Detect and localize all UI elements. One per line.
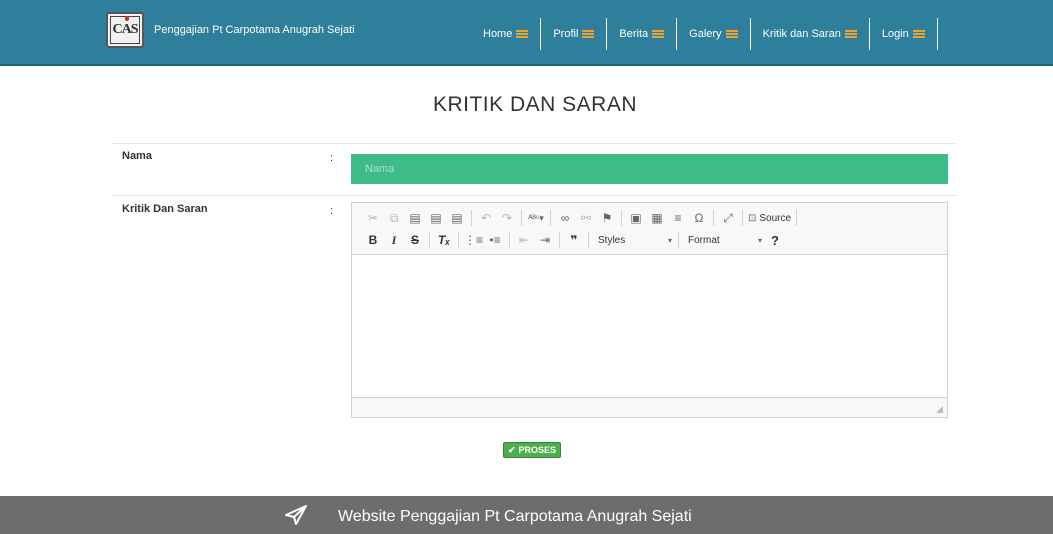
paste-word-icon[interactable]: ▤ [448, 208, 466, 228]
chevron-down-icon: ▾ [668, 235, 673, 245]
nav-label: Login [881, 28, 909, 40]
horizontal-line-icon[interactable]: ≡ [669, 208, 687, 228]
brand[interactable]: CAS Penggajian Pt Carpotama Anugrah Seja… [106, 12, 355, 48]
menu-bars-icon [844, 30, 857, 38]
toolbar-separator [458, 232, 459, 248]
paper-plane-icon [285, 505, 307, 525]
toolbar-separator [521, 210, 522, 226]
toolbar-separator [588, 232, 590, 248]
toolbar-separator [471, 210, 472, 226]
help-icon[interactable]: ? [766, 230, 784, 250]
toolbar-separator [550, 210, 551, 226]
nav-item-galery[interactable]: Galery [677, 18, 751, 50]
styles-dropdown[interactable]: Styles ▾ [594, 230, 676, 250]
copy-icon[interactable]: ⧉ [385, 208, 403, 228]
menu-bars-icon [582, 30, 595, 38]
nav-item-login[interactable]: Login [870, 18, 938, 50]
table-icon[interactable]: ▦ [648, 208, 666, 228]
divider [112, 143, 956, 144]
special-char-icon[interactable]: Ω [690, 208, 708, 228]
proses-button[interactable]: ✔ PROSES [503, 442, 562, 458]
format-label: Format [688, 234, 720, 246]
nav-label: Kritik dan Saran [762, 28, 841, 40]
nama-colon: : [330, 152, 334, 164]
proses-label: PROSES [518, 445, 557, 455]
divider [112, 195, 956, 196]
nav-item-home[interactable]: Home [471, 18, 542, 50]
menu-bars-icon [516, 30, 529, 38]
italic-icon[interactable]: I [385, 230, 403, 250]
check-icon: ✔ [508, 444, 516, 455]
nav-item-kritik-saran[interactable]: Kritik dan Saran [751, 18, 870, 50]
redo-icon[interactable]: ↷ [498, 208, 516, 228]
footer: Website Penggajian Pt Carpotama Anugrah … [0, 496, 1053, 534]
nama-input[interactable] [351, 154, 948, 184]
footer-text: Website Penggajian Pt Carpotama Anugrah … [338, 508, 692, 525]
resize-grip-icon[interactable] [936, 406, 943, 413]
numbered-list-icon[interactable]: ⋮≡ [464, 230, 483, 250]
nav-label: Berita [619, 28, 649, 40]
brand-title[interactable]: Penggajian Pt Carpotama Anugrah Sejati [154, 24, 355, 36]
maximize-icon[interactable]: ⤢ [719, 208, 737, 228]
blockquote-icon[interactable]: ❞ [565, 230, 583, 250]
anchor-icon[interactable]: ⚑ [598, 208, 616, 228]
outdent-icon[interactable]: ⇤ [515, 230, 533, 250]
toolbar-separator [796, 210, 798, 226]
nav-item-berita[interactable]: Berita [607, 18, 678, 50]
unlink-icon[interactable]: ⚯ [577, 208, 595, 228]
source-label: Source [759, 212, 792, 224]
strikethrough-icon[interactable]: S [406, 230, 424, 250]
bold-icon[interactable]: B [364, 230, 382, 250]
kritik-colon: : [330, 205, 334, 217]
bulleted-list-icon[interactable]: •≡ [486, 230, 504, 250]
toolbar-separator [742, 210, 743, 226]
kritik-label: Kritik Dan Saran [122, 203, 208, 215]
spellcheck-icon[interactable]: ᴬᴮᶜ▾ [527, 208, 545, 228]
image-icon[interactable]: ▣ [627, 208, 645, 228]
toolbar-row-1: ✂ ⧉ ▤ ▤ ▤ ↶ ↷ ᴬᴮᶜ▾ ∞ ⚯ ⚑ ▣ ▦ ≡ Ω ⤢ ⊡ Sou… [364, 207, 935, 229]
source-button[interactable]: ⊡ Source [748, 208, 791, 228]
toolbar-separator [713, 210, 714, 226]
styles-label: Styles [598, 234, 626, 246]
source-icon: ⊡ [748, 212, 757, 224]
nav-label: Profil [553, 28, 579, 40]
main-nav: Home Profil Berita Galery Kritik dan Sar… [471, 18, 938, 50]
menu-bars-icon [652, 30, 665, 38]
paste-icon[interactable]: ▤ [406, 208, 424, 228]
toolbar-separator [678, 232, 680, 248]
page-title: KRITIK DAN SARAN [432, 93, 638, 116]
chevron-down-icon: ▾ [758, 235, 763, 245]
menu-bars-icon [725, 30, 738, 38]
indent-icon[interactable]: ⇥ [536, 230, 554, 250]
navbar: CAS Penggajian Pt Carpotama Anugrah Seja… [0, 0, 1053, 66]
kritik-editor-area[interactable] [352, 255, 947, 397]
toolbar-row-2: B I S Tₓ ⋮≡ •≡ ⇤ ⇥ ❞ Styles ▾ Format ▾ ? [364, 229, 935, 251]
remove-format-icon[interactable]: Tₓ [435, 230, 453, 250]
toolbar-separator [509, 232, 511, 248]
page: CAS Penggajian Pt Carpotama Anugrah Seja… [0, 0, 1053, 534]
nav-item-profil[interactable]: Profil [541, 18, 608, 50]
nama-label: Nama [122, 150, 152, 162]
logo-mark [125, 16, 129, 21]
format-dropdown[interactable]: Format ▾ [684, 230, 766, 250]
menu-bars-icon [912, 30, 925, 38]
toolbar-separator [559, 232, 561, 248]
editor-toolbar: ✂ ⧉ ▤ ▤ ▤ ↶ ↷ ᴬᴮᶜ▾ ∞ ⚯ ⚑ ▣ ▦ ≡ Ω ⤢ ⊡ Sou… [352, 203, 947, 255]
toolbar-separator [621, 210, 622, 226]
editor-status-bar [352, 397, 947, 417]
cas-logo: CAS [106, 12, 144, 48]
cut-icon[interactable]: ✂ [364, 208, 382, 228]
rich-text-editor: ✂ ⧉ ▤ ▤ ▤ ↶ ↷ ᴬᴮᶜ▾ ∞ ⚯ ⚑ ▣ ▦ ≡ Ω ⤢ ⊡ Sou… [351, 202, 948, 418]
undo-icon[interactable]: ↶ [477, 208, 495, 228]
nav-label: Galery [689, 28, 722, 40]
paste-text-icon[interactable]: ▤ [427, 208, 445, 228]
link-icon[interactable]: ∞ [556, 208, 574, 228]
toolbar-separator [429, 232, 430, 248]
nav-label: Home [483, 28, 513, 40]
